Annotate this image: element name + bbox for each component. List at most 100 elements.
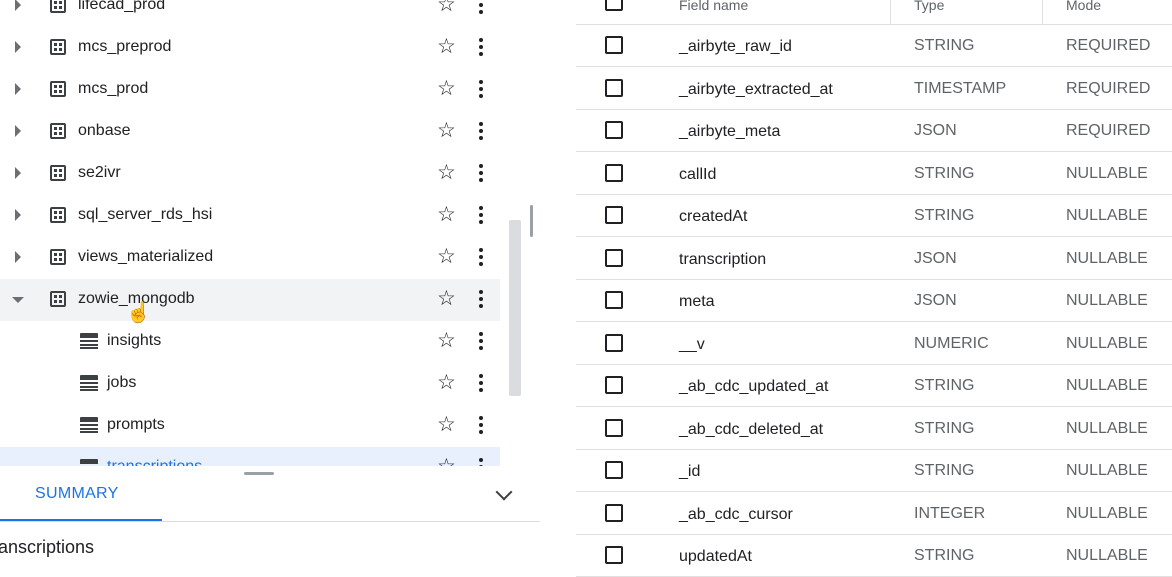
schema-row: updatedAt STRING NULLABLE xyxy=(576,535,1172,577)
dataset-row[interactable]: mcs_preprod ☆ xyxy=(0,27,500,69)
dataset-row[interactable]: mcs_prod ☆ xyxy=(0,69,500,111)
dataset-row[interactable]: onbase ☆ xyxy=(0,111,500,153)
star-icon[interactable]: ☆ xyxy=(437,371,456,395)
field-type: JSON xyxy=(914,249,957,267)
star-icon[interactable]: ☆ xyxy=(437,245,456,269)
caret-down-icon[interactable] xyxy=(12,297,24,303)
more-vert-icon[interactable] xyxy=(479,332,483,352)
field-name: _airbyte_extracted_at xyxy=(679,80,833,98)
field-mode: NULLABLE xyxy=(1066,547,1148,564)
dataset-icon xyxy=(50,123,66,139)
schema-row: _id STRING NULLABLE xyxy=(576,450,1172,492)
field-name: _ab_cdc_updated_at xyxy=(679,378,829,395)
schema-table: Field name Type Mode _airbyte_raw_id STRI… xyxy=(576,0,1172,577)
star-icon[interactable]: ☆ xyxy=(437,455,456,466)
field-checkbox[interactable] xyxy=(605,206,623,224)
details-drag-handle[interactable] xyxy=(244,472,274,475)
field-checkbox[interactable] xyxy=(605,503,623,522)
header-type: Type xyxy=(914,0,945,13)
more-vert-icon[interactable] xyxy=(479,206,483,226)
dataset-name: mcs_prod xyxy=(78,80,149,97)
select-all-checkbox[interactable] xyxy=(605,0,623,11)
field-checkbox[interactable] xyxy=(605,461,623,479)
table-row[interactable]: jobs ☆ xyxy=(0,363,500,405)
more-vert-icon[interactable] xyxy=(479,38,483,58)
field-type: STRING xyxy=(914,377,975,394)
field-name: meta xyxy=(679,293,715,310)
dataset-name: onbase xyxy=(78,122,131,139)
dataset-row[interactable]: lifecad_prod ☆ xyxy=(0,0,500,27)
caret-right-icon[interactable] xyxy=(15,41,21,53)
schema-row: _ab_cdc_cursor INTEGER NULLABLE xyxy=(576,493,1172,535)
more-vert-icon[interactable] xyxy=(479,164,483,184)
caret-right-icon[interactable] xyxy=(15,209,21,221)
star-icon[interactable]: ☆ xyxy=(437,77,456,101)
field-checkbox[interactable] xyxy=(605,376,623,394)
tree-scrollbar[interactable] xyxy=(509,220,521,396)
more-vert-icon[interactable] xyxy=(479,248,483,268)
star-icon[interactable]: ☆ xyxy=(437,161,456,185)
star-icon[interactable]: ☆ xyxy=(437,413,456,437)
dataset-row[interactable]: sql_server_rds_hsi ☆ xyxy=(0,195,500,237)
field-mode: NULLABLE xyxy=(1066,334,1148,352)
star-icon[interactable]: ☆ xyxy=(437,119,456,143)
field-checkbox[interactable] xyxy=(605,333,623,352)
table-name: prompts xyxy=(107,416,165,433)
field-checkbox[interactable] xyxy=(605,78,623,97)
panel-resize-handle[interactable] xyxy=(530,205,533,237)
schema-row: _ab_cdc_updated_at STRING NULLABLE xyxy=(576,365,1172,407)
schema-row: __v NUMERIC NULLABLE xyxy=(576,323,1172,365)
field-checkbox[interactable] xyxy=(605,291,623,309)
details-title: ranscriptions xyxy=(0,537,95,557)
caret-right-icon[interactable] xyxy=(15,125,21,137)
pointer-hand-icon: ☝ xyxy=(126,302,151,324)
table-row[interactable]: prompts ☆ xyxy=(0,405,500,447)
more-vert-icon[interactable] xyxy=(479,374,483,394)
field-type: JSON xyxy=(914,292,957,309)
dataset-name: se2ivr xyxy=(78,164,121,181)
star-icon[interactable]: ☆ xyxy=(437,287,456,311)
more-vert-icon[interactable] xyxy=(479,80,483,100)
field-checkbox[interactable] xyxy=(605,36,623,54)
star-icon[interactable]: ☆ xyxy=(437,35,456,59)
field-checkbox[interactable] xyxy=(605,121,623,139)
caret-right-icon[interactable] xyxy=(15,0,21,11)
field-mode: NULLABLE xyxy=(1066,164,1148,182)
field-type: STRING xyxy=(914,207,975,224)
field-name: callId xyxy=(679,165,717,183)
field-checkbox[interactable] xyxy=(605,546,623,564)
star-icon[interactable]: ☆ xyxy=(437,0,456,17)
field-checkbox[interactable] xyxy=(605,163,623,182)
field-checkbox[interactable] xyxy=(605,418,623,437)
caret-right-icon[interactable] xyxy=(15,167,21,179)
caret-right-icon[interactable] xyxy=(15,83,21,95)
more-vert-icon[interactable] xyxy=(479,290,483,310)
schema-row: meta JSON NULLABLE xyxy=(576,280,1172,322)
star-icon[interactable]: ☆ xyxy=(437,329,456,353)
field-mode: REQUIRED xyxy=(1066,122,1151,139)
dataset-icon xyxy=(50,165,66,181)
header-mode: Mode xyxy=(1066,0,1102,13)
more-vert-icon[interactable] xyxy=(479,122,483,142)
more-vert-icon[interactable] xyxy=(479,458,483,466)
chevron-down-icon[interactable] xyxy=(495,483,513,501)
table-row[interactable]: insights ☆ xyxy=(0,321,500,363)
field-checkbox[interactable] xyxy=(605,248,623,267)
field-type: INTEGER xyxy=(914,504,986,522)
field-type: STRING xyxy=(914,164,975,182)
star-icon[interactable]: ☆ xyxy=(437,203,456,227)
field-type: STRING xyxy=(914,419,975,437)
more-vert-icon[interactable] xyxy=(479,416,483,436)
more-vert-icon[interactable] xyxy=(479,0,483,16)
dataset-row[interactable]: views_materialized ☆ xyxy=(0,237,500,279)
field-name: transcription xyxy=(679,250,767,268)
table-row[interactable]: transcriptions ☆ xyxy=(0,447,500,466)
tab-summary[interactable]: SUMMARY xyxy=(0,466,162,521)
table-icon xyxy=(80,459,98,466)
dataset-row[interactable]: se2ivr ☆ xyxy=(0,153,500,195)
schema-row: _airbyte_extracted_at TIMESTAMP REQUIRED xyxy=(576,68,1172,110)
schema-row: createdAt STRING NULLABLE xyxy=(576,195,1172,237)
field-mode: NULLABLE xyxy=(1066,462,1148,479)
caret-right-icon[interactable] xyxy=(15,251,21,263)
dataset-row[interactable]: zowie_mongodb ☆ xyxy=(0,279,500,321)
